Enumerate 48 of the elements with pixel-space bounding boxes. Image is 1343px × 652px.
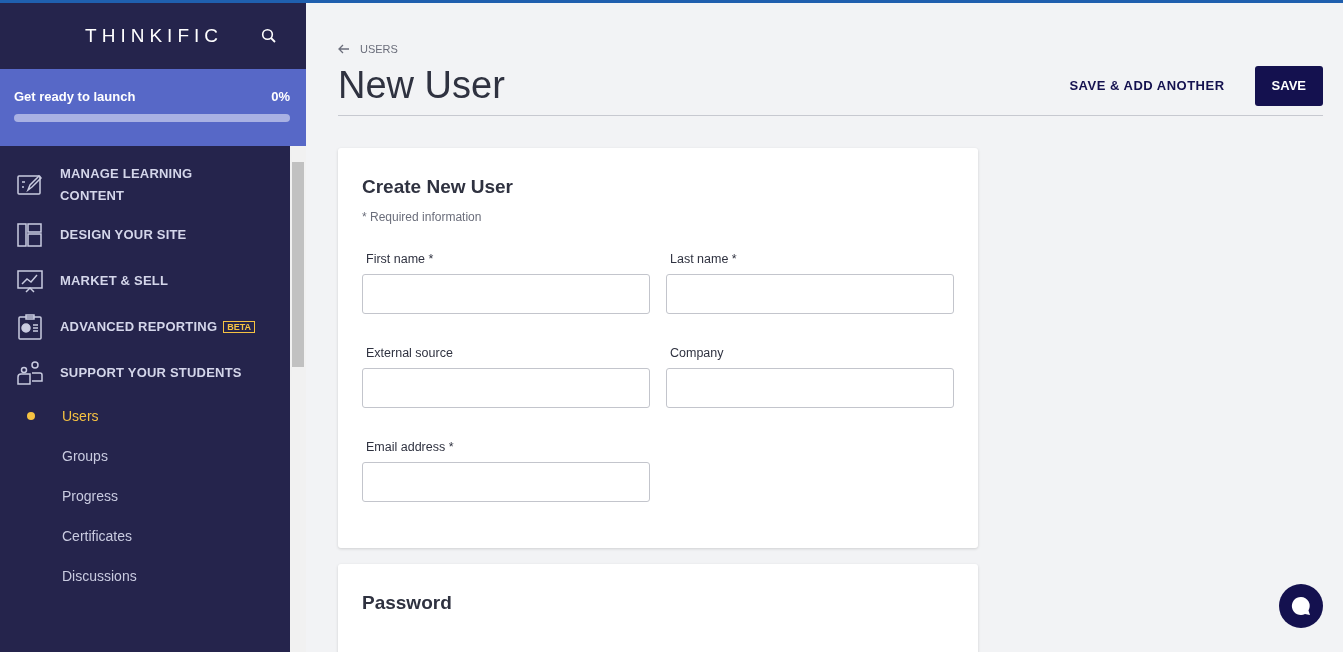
- input-field[interactable]: [666, 274, 954, 314]
- nav-section-label: SUPPORT YOUR STUDENTS: [60, 364, 242, 382]
- save-and-add-button[interactable]: SAVE & ADD ANOTHER: [1063, 77, 1231, 94]
- launch-label: Get ready to launch: [14, 89, 136, 104]
- card-title: Password: [362, 592, 453, 614]
- required-note: * Required information: [362, 210, 483, 224]
- layout-icon: [16, 221, 44, 249]
- nav-item[interactable]: Discussions: [0, 556, 290, 596]
- nav-section[interactable]: MANAGE LEARNING CONTENT: [0, 158, 290, 212]
- launch-percent: 0%: [271, 89, 290, 104]
- page-title: New User: [338, 64, 505, 107]
- input-field[interactable]: [666, 368, 954, 408]
- active-dot-icon: [27, 412, 35, 420]
- chart-board-icon: [16, 267, 44, 295]
- back-link[interactable]: USERS: [338, 43, 398, 55]
- nav-section[interactable]: MARKET & SELL: [0, 258, 290, 304]
- nav-section-label: DESIGN YOUR SITE: [60, 226, 187, 244]
- logo[interactable]: THINKIFIC: [85, 25, 223, 47]
- nav-item[interactable]: Groups: [0, 436, 290, 476]
- nav-item[interactable]: Certificates: [0, 516, 290, 556]
- nav-section-label: ADVANCED REPORTING: [60, 318, 218, 336]
- search-icon[interactable]: [261, 28, 277, 44]
- field-label: Email address *: [366, 440, 455, 454]
- clipboard-chart-icon: [16, 313, 44, 341]
- field-label: Company: [670, 346, 725, 360]
- nav-item[interactable]: Users: [0, 396, 290, 436]
- field-label: First name *: [366, 252, 435, 266]
- launch-panel[interactable]: Get ready to launch 0%: [0, 69, 306, 146]
- input-field[interactable]: [362, 462, 650, 502]
- scrollbar-thumb[interactable]: [292, 162, 304, 367]
- chat-button[interactable]: [1279, 584, 1323, 628]
- field-label: Last name *: [670, 252, 738, 266]
- nav-section[interactable]: ADVANCED REPORTING BETA: [0, 304, 290, 350]
- card-title: Create New User: [362, 176, 515, 198]
- beta-badge: BETA: [223, 321, 256, 333]
- nav-section-label: MARKET & SELL: [60, 272, 169, 290]
- input-field[interactable]: [362, 368, 650, 408]
- nav-item[interactable]: Progress: [0, 476, 290, 516]
- input-field[interactable]: [362, 274, 650, 314]
- scrollbar[interactable]: [290, 146, 306, 652]
- nav-section[interactable]: DESIGN YOUR SITE: [0, 212, 290, 258]
- back-arrow-icon: [338, 44, 350, 54]
- field-label: External source: [366, 346, 454, 360]
- people-icon: [16, 359, 44, 387]
- nav-section[interactable]: SUPPORT YOUR STUDENTS: [0, 350, 290, 396]
- nav-section-label: MANAGE LEARNING CONTENT: [60, 165, 194, 205]
- chat-bubble-icon: [1290, 595, 1312, 617]
- save-button[interactable]: SAVE: [1254, 65, 1323, 106]
